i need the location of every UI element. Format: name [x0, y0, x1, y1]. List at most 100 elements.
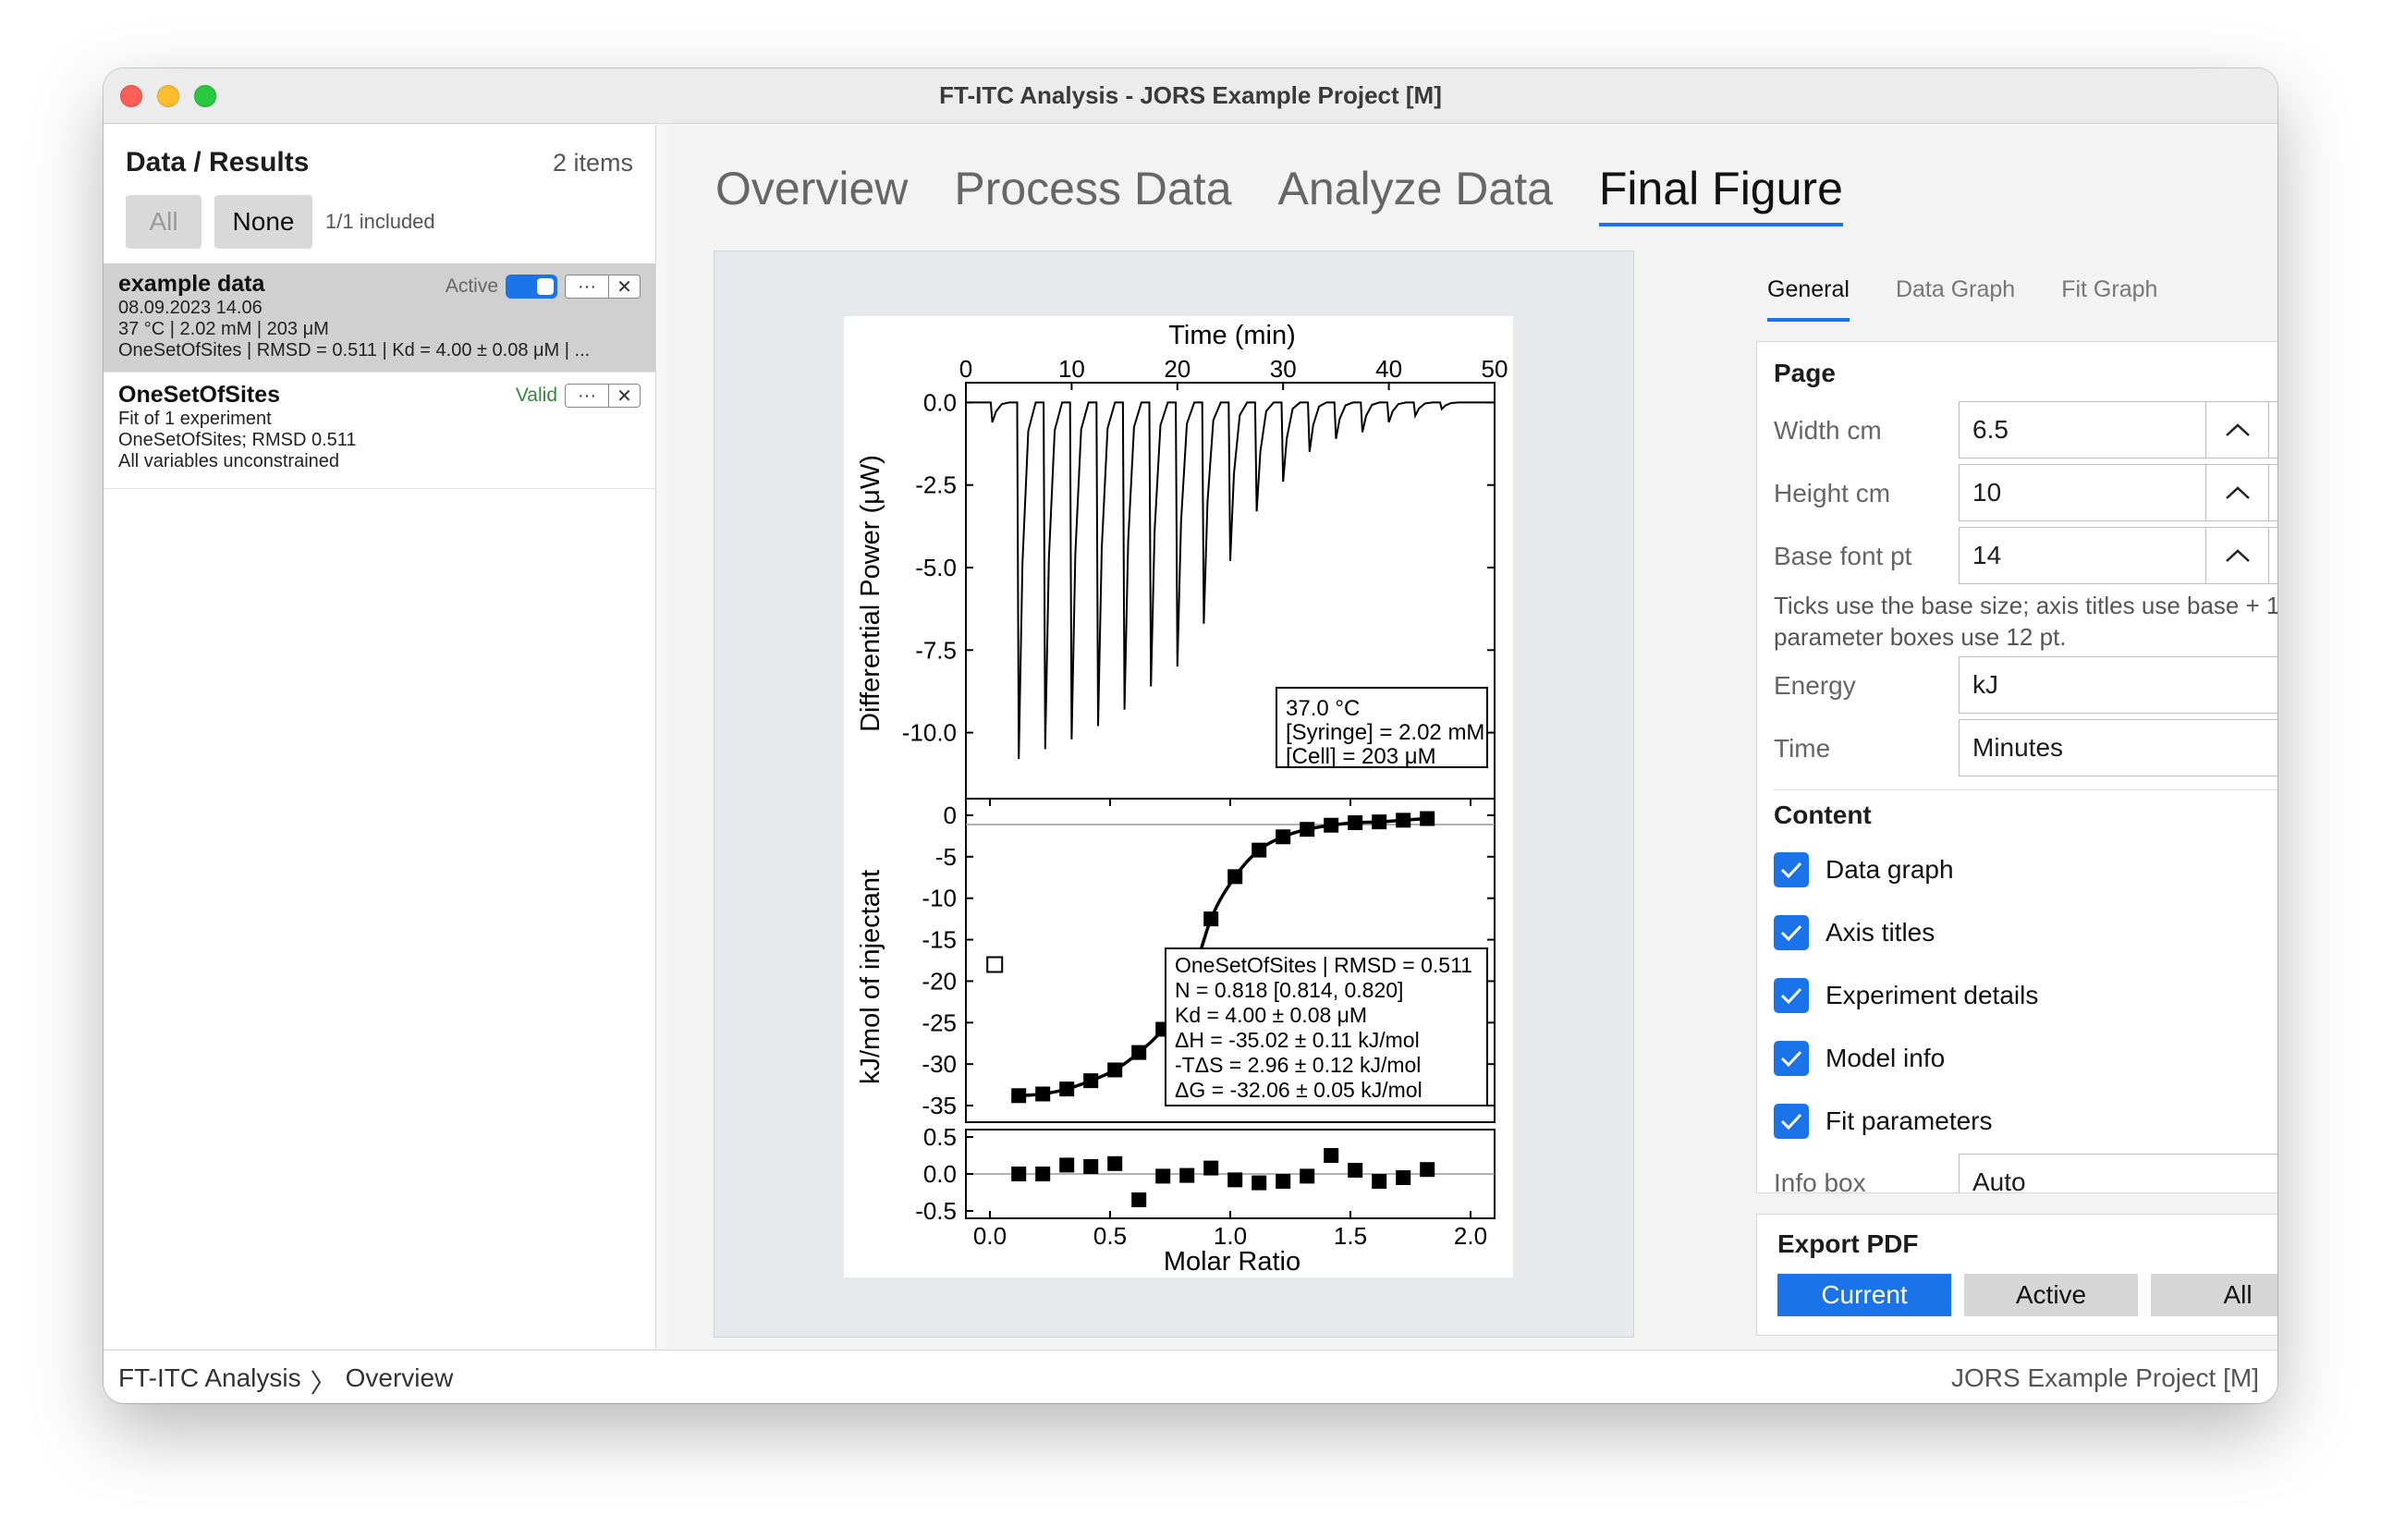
- item-conditions: 37 °C | 2.02 mM | 203 μM: [118, 319, 329, 339]
- residual-tick-label: 0.0: [923, 1160, 957, 1188]
- fit-parameters-checkbox[interactable]: Fit parameters: [1774, 1104, 1993, 1139]
- residual-point: [1300, 1168, 1315, 1184]
- figure-preview: 0 10 20 30 40 50 0.0 -2.5 -5.0 -7.5 -10.0 0 -5 -10 -…: [714, 251, 1634, 1338]
- height-input[interactable]: 10: [1960, 465, 2205, 520]
- axis-titles-checkbox[interactable]: Axis titles: [1774, 915, 1935, 950]
- checkmark-icon: [1774, 1104, 1809, 1139]
- export-current-button[interactable]: Current: [1777, 1274, 1951, 1316]
- residual-tick-label: 0.5: [923, 1123, 957, 1151]
- tab-general[interactable]: General: [1767, 276, 1850, 322]
- experiment-details-checkbox[interactable]: Experiment details: [1774, 978, 2038, 1013]
- export-all-button[interactable]: All: [2151, 1274, 2277, 1316]
- item-date: 08.09.2023 14.06: [118, 298, 263, 318]
- checkmark-icon: [1774, 852, 1809, 887]
- residual-point: [1252, 1175, 1267, 1191]
- chevron-up-icon: [2225, 423, 2250, 436]
- energy-value: kJ: [1972, 670, 1998, 699]
- select-all-button[interactable]: All: [126, 195, 201, 249]
- tab-process-data[interactable]: Process Data: [954, 162, 1231, 226]
- filter-bar: All None 1/1 included: [126, 195, 435, 249]
- fit-model: OneSetOfSites | RMSD = 0.511: [1175, 953, 1472, 977]
- main-content: Overview Process Data Analyze Data Final…: [667, 125, 2277, 1349]
- model-info-checkbox[interactable]: Model info: [1774, 1041, 1945, 1076]
- item-actions: ··· ✕: [565, 275, 641, 299]
- experiment-syringe: [Syringe] = 2.02 mM: [1286, 720, 1484, 745]
- width-decrement-button[interactable]: [2268, 402, 2277, 458]
- main-tabs: Overview Process Data Analyze Data Final…: [715, 162, 1843, 226]
- power-tick-label: -10.0: [902, 719, 957, 747]
- residual-point: [1324, 1148, 1339, 1163]
- tab-analyze-data[interactable]: Analyze Data: [1278, 162, 1553, 226]
- time-select[interactable]: Minutes: [1959, 719, 2277, 776]
- experiment-details-label: Experiment details: [1825, 981, 2039, 1009]
- breadcrumb-app[interactable]: FT-ITC Analysis: [118, 1363, 301, 1400]
- checkmark-icon: [1774, 978, 1809, 1013]
- close-window-button[interactable]: [120, 85, 142, 107]
- app-window: FT-ITC Analysis - JORS Example Project […: [104, 68, 2277, 1403]
- residual-tick-label: -0.5: [915, 1197, 957, 1225]
- isotherm-point: [1348, 815, 1363, 831]
- item-controls: Active ··· ✕: [446, 275, 641, 299]
- axis-titles-label: Axis titles: [1825, 918, 1935, 947]
- power-tick-label: 0.0: [923, 388, 957, 416]
- isotherm-point: [1300, 822, 1315, 837]
- info-box-select[interactable]: Auto: [1959, 1154, 2277, 1192]
- zoom-window-button[interactable]: [194, 85, 216, 107]
- item-model: OneSetOfSites; RMSD 0.511: [118, 430, 357, 450]
- isotherm-point: [1083, 1073, 1099, 1089]
- status-bar: FT-ITC Analysis 〉 Overview JORS Example …: [104, 1350, 2277, 1403]
- residual-point: [1396, 1170, 1411, 1185]
- more-options-button[interactable]: ···: [566, 275, 608, 298]
- isotherm-tick-label: -5: [935, 843, 957, 871]
- height-stepper: 10: [1959, 464, 2277, 521]
- isotherm-tick-label: -10: [922, 885, 957, 912]
- energy-select[interactable]: kJ: [1959, 656, 2277, 714]
- time-axis-title: Time (min): [1168, 321, 1295, 350]
- height-decrement-button[interactable]: [2268, 465, 2277, 520]
- fit-dh: ΔH = -35.02 ± 0.11 kJ/mol: [1175, 1028, 1420, 1052]
- select-none-button[interactable]: None: [214, 195, 312, 249]
- height-increment-button[interactable]: [2205, 465, 2268, 520]
- width-increment-button[interactable]: [2205, 402, 2268, 458]
- base-font-input[interactable]: 14: [1960, 528, 2205, 583]
- breadcrumb-page[interactable]: Overview: [346, 1363, 454, 1400]
- tab-data-graph[interactable]: Data Graph: [1896, 276, 2015, 322]
- remove-item-button[interactable]: ✕: [608, 275, 640, 298]
- fit-kd: Kd = 4.00 ± 0.08 μM: [1175, 1003, 1367, 1027]
- sidebar-header: Data / Results 2 items: [126, 147, 633, 184]
- more-options-button[interactable]: ···: [566, 385, 608, 407]
- power-tick-label: -7.5: [915, 636, 957, 664]
- tab-fit-graph[interactable]: Fit Graph: [2061, 276, 2157, 322]
- residual-point: [1203, 1160, 1219, 1176]
- width-input[interactable]: 6.5: [1960, 402, 2205, 458]
- list-item-onesetofsites[interactable]: OneSetOfSites Fit of 1 experiment OneSet…: [104, 373, 655, 489]
- data-graph-checkbox[interactable]: Data graph: [1774, 852, 1954, 887]
- font-increment-button[interactable]: [2205, 528, 2268, 583]
- active-toggle[interactable]: [506, 275, 557, 299]
- content-heading: Content: [1774, 801, 1872, 829]
- list-item-example-data[interactable]: example data 08.09.2023 14.06 37 °C | 2.…: [104, 263, 655, 373]
- residual-point: [1348, 1163, 1363, 1178]
- isotherm-point: [1420, 811, 1435, 826]
- isotherm-point: [1011, 1088, 1027, 1104]
- molar-ratio-tick-label: 1.5: [1334, 1222, 1367, 1250]
- font-decrement-button[interactable]: [2268, 528, 2277, 583]
- excluded-point: [986, 956, 1004, 973]
- tab-overview[interactable]: Overview: [715, 162, 908, 226]
- data-graph-label: Data graph: [1825, 855, 1954, 884]
- experiment-cell: [Cell] = 203 μM: [1286, 744, 1436, 769]
- export-buttons: Current Active All: [1777, 1274, 2277, 1316]
- time-tick-label: 30: [1270, 355, 1297, 383]
- isotherm-tick-label: 0: [944, 801, 957, 829]
- isotherm-point: [1059, 1082, 1075, 1097]
- export-active-button[interactable]: Active: [1964, 1274, 2138, 1316]
- checkmark-icon: [1774, 915, 1809, 950]
- time-tick-label: 0: [959, 355, 972, 383]
- remove-item-button[interactable]: ✕: [608, 385, 640, 407]
- isotherm-point: [1396, 813, 1411, 828]
- isotherm-point: [1372, 814, 1387, 830]
- minimize-window-button[interactable]: [157, 85, 179, 107]
- residual-point: [1420, 1162, 1435, 1178]
- time-label: Time: [1774, 734, 1831, 763]
- tab-final-figure[interactable]: Final Figure: [1598, 162, 1843, 226]
